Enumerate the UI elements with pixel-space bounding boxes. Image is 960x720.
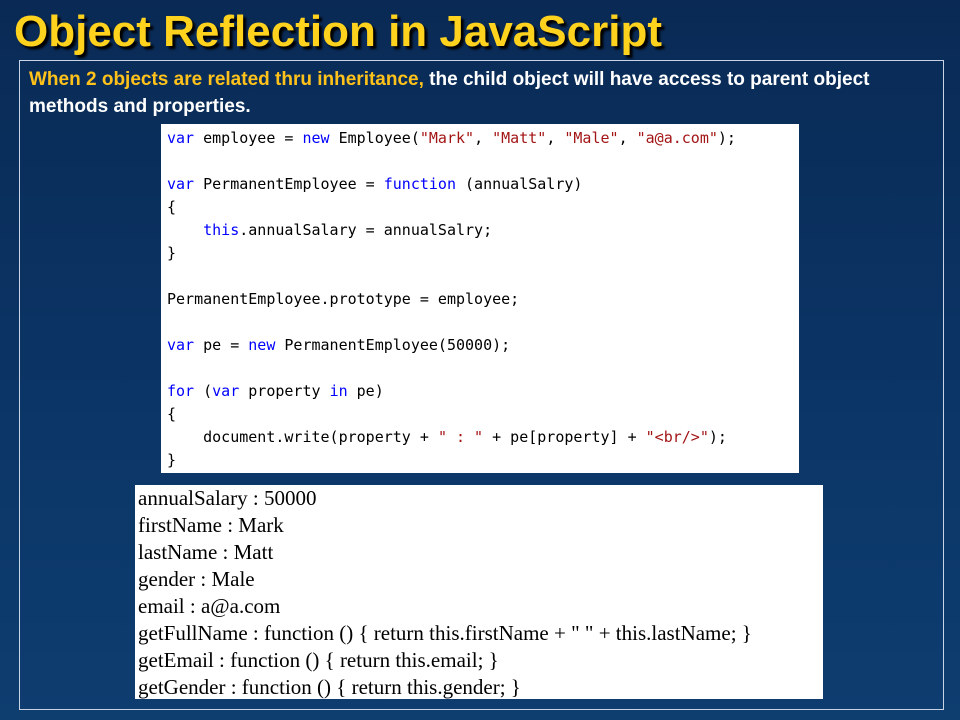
output-line: getGender : function () { return this.ge… (138, 675, 521, 699)
intro-highlight: When 2 objects are related thru inherita… (29, 69, 424, 90)
code-line: var pe = new PermanentEmployee(50000); (167, 334, 799, 357)
code-line: this.annualSalary = annualSalry; (167, 219, 799, 242)
code-token: + pe[property] + (483, 428, 646, 446)
slide-title: Object Reflection in JavaScript (14, 7, 662, 56)
code-keyword: var (167, 129, 195, 147)
code-token: { (167, 198, 177, 216)
code-token: ( (194, 382, 213, 400)
code-line: } (167, 242, 799, 265)
code-token: , (546, 129, 565, 147)
code-token: } (167, 244, 177, 262)
code-string: "Matt" (492, 129, 547, 147)
code-line: var PermanentEmployee = function (annual… (167, 173, 799, 196)
code-token: ); (708, 428, 727, 446)
code-line: var employee = new Employee("Mark", "Mat… (167, 127, 799, 150)
code-line: { (167, 403, 799, 426)
code-string: "<br/>" (645, 428, 709, 446)
code-token: document.write(property + (167, 428, 438, 446)
code-token: , (474, 129, 493, 147)
code-keyword: this (203, 221, 240, 239)
code-string: "a@a.com" (636, 129, 718, 147)
code-keyword: var (167, 175, 195, 193)
code-token: ); (717, 129, 736, 147)
code-line: { (167, 196, 799, 219)
code-line: for (var property in pe) (167, 380, 799, 403)
code-token: pe) (347, 382, 384, 400)
code-keyword: new (302, 129, 330, 147)
code-token: property (239, 382, 330, 400)
code-snippet: var employee = new Employee("Mark", "Mat… (161, 124, 799, 473)
output-line: email : a@a.com (138, 594, 281, 618)
code-keyword: in (329, 382, 348, 400)
code-token: Employee( (329, 129, 420, 147)
code-token: PermanentEmployee = (194, 175, 384, 193)
output-line: lastName : Matt (138, 540, 274, 564)
code-keyword: for (167, 382, 195, 400)
output-line: getFullName : function () { return this.… (138, 621, 752, 645)
code-string: "Male" (564, 129, 619, 147)
code-line: } (167, 449, 799, 472)
code-line: document.write(property + " : " + pe[pro… (167, 426, 799, 449)
code-keyword: function (383, 175, 456, 193)
code-token: employee = (194, 129, 303, 147)
code-token: PermanentEmployee.prototype = employee; (167, 290, 520, 308)
code-token: , (618, 129, 637, 147)
output-line: firstName : Mark (138, 513, 284, 537)
code-token: PermanentEmployee(50000); (275, 336, 511, 354)
code-keyword: new (248, 336, 276, 354)
output-line: annualSalary : 50000 (138, 486, 317, 510)
code-keyword: var (167, 336, 195, 354)
code-line: PermanentEmployee.prototype = employee; (167, 288, 799, 311)
code-token: { (167, 405, 177, 423)
code-string: " : " (437, 428, 484, 446)
output-panel: annualSalary : 50000 firstName : Mark last… (135, 485, 823, 699)
code-keyword: var (212, 382, 240, 400)
intro-text: When 2 objects are related thru inherita… (29, 66, 929, 120)
code-string: "Mark" (419, 129, 475, 147)
output-line: gender : Male (138, 567, 255, 591)
code-token: pe = (194, 336, 249, 354)
code-token: (annualSalry) (456, 175, 583, 193)
code-token: .annualSalary = annualSalry; (239, 221, 493, 239)
output-line: getEmail : function () { return this.ema… (138, 648, 499, 672)
code-token: } (167, 451, 177, 469)
